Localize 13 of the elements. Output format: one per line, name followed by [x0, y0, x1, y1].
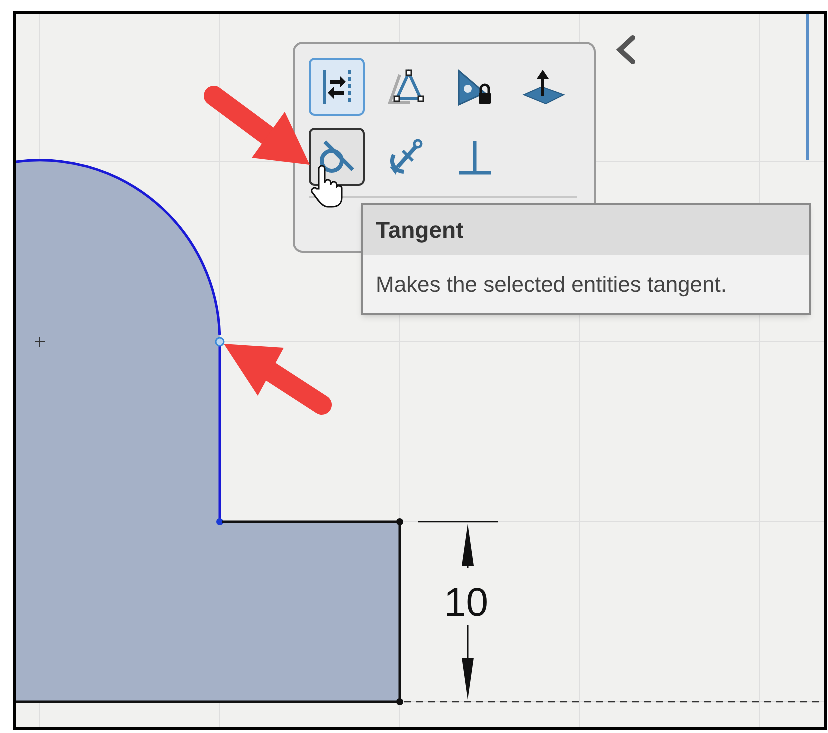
hand-cursor-icon	[310, 165, 344, 209]
relation-button[interactable]	[309, 128, 365, 186]
merge-arrows-icon	[320, 67, 354, 107]
origin-mark	[34, 336, 46, 348]
dimension-value[interactable]: 10	[444, 583, 488, 623]
triangle-icon	[386, 67, 426, 107]
arc-curve[interactable]	[16, 159, 222, 336]
sketch-outline[interactable]	[16, 518, 404, 706]
relation-button[interactable]	[309, 58, 365, 116]
tooltip-title: Tangent	[376, 216, 464, 245]
vertical-line[interactable]	[215, 337, 225, 526]
tooltip-description: Makes the selected entities tangent.	[376, 270, 727, 299]
chevron-left-icon[interactable]	[616, 36, 636, 64]
